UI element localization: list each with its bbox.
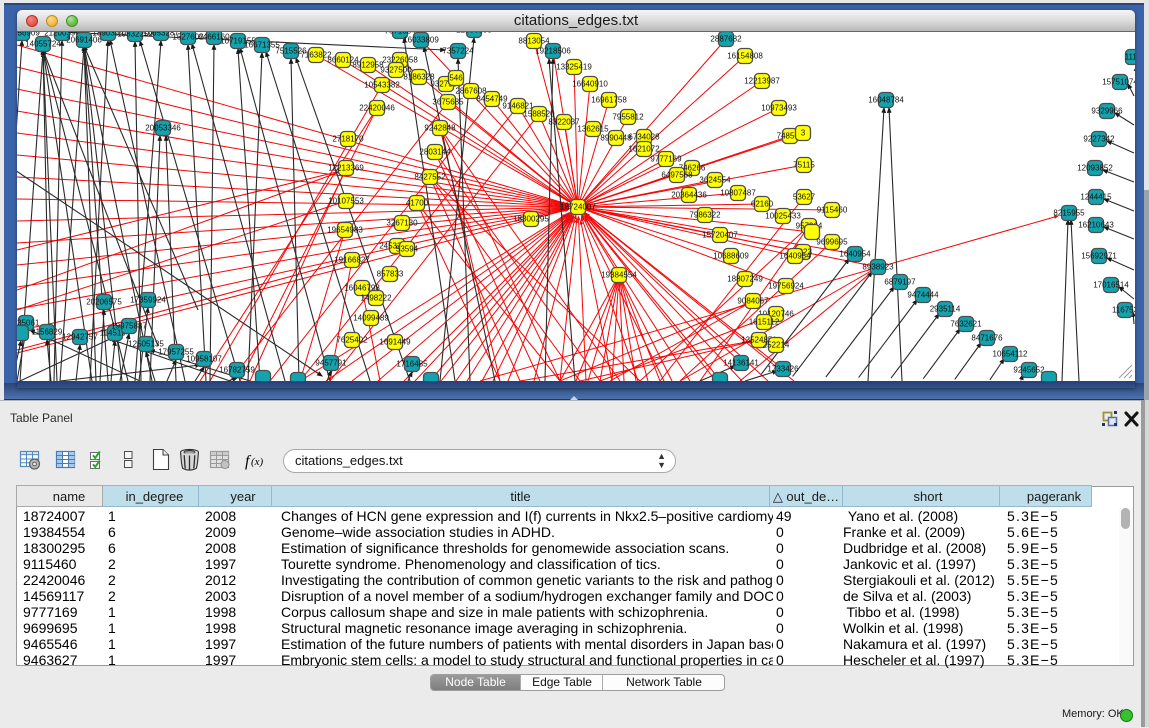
svg-text:10973493: 10973493 bbox=[761, 104, 797, 113]
svg-text:7625402: 7625402 bbox=[336, 336, 368, 345]
svg-text:7357224: 7357224 bbox=[442, 47, 474, 56]
svg-text:7986322: 7986322 bbox=[689, 211, 721, 220]
svg-text:3267130: 3267130 bbox=[386, 219, 418, 228]
svg-text:22420046: 22420046 bbox=[359, 104, 395, 113]
svg-text:53627: 53627 bbox=[793, 193, 816, 202]
svg-text:12213369: 12213369 bbox=[328, 164, 364, 173]
svg-text:9777169: 9777169 bbox=[650, 155, 682, 164]
svg-text:16210643: 16210643 bbox=[1078, 221, 1114, 230]
svg-text:10807487: 10807487 bbox=[720, 189, 756, 198]
svg-text:14136141: 14136141 bbox=[723, 359, 759, 368]
svg-text:1640954: 1640954 bbox=[839, 250, 871, 259]
svg-text:17359924: 17359924 bbox=[130, 296, 166, 305]
svg-text:1691449: 1691449 bbox=[379, 338, 411, 347]
svg-text:19384554: 19384554 bbox=[601, 271, 637, 280]
svg-text:15751074: 15751074 bbox=[1102, 78, 1135, 87]
svg-text:22806503: 22806503 bbox=[456, 32, 492, 35]
svg-text:16154808: 16154808 bbox=[727, 52, 763, 61]
svg-text:8990448: 8990448 bbox=[600, 134, 632, 143]
svg-text:41700: 41700 bbox=[406, 199, 429, 208]
svg-text:1244415: 1244415 bbox=[1080, 193, 1112, 202]
svg-text:1615112: 1615112 bbox=[749, 318, 780, 327]
svg-text:20206575: 20206575 bbox=[86, 298, 122, 307]
svg-text:10654112: 10654112 bbox=[993, 350, 1029, 359]
svg-text:20053346: 20053346 bbox=[145, 124, 181, 133]
svg-text:8938923: 8938923 bbox=[862, 263, 894, 272]
svg-text:10107553: 10107553 bbox=[328, 197, 364, 206]
svg-text:14055724: 14055724 bbox=[25, 40, 61, 49]
svg-text:16782759: 16782759 bbox=[219, 366, 255, 375]
svg-text:7632621: 7632621 bbox=[950, 320, 982, 329]
svg-text:16640910: 16640910 bbox=[572, 80, 608, 89]
svg-text:8427552: 8427552 bbox=[414, 173, 446, 182]
svg-text:20364436: 20364436 bbox=[671, 191, 707, 200]
svg-text:8471676: 8471676 bbox=[971, 334, 1003, 343]
svg-text:3624554: 3624554 bbox=[699, 176, 731, 185]
svg-text:7955812: 7955812 bbox=[612, 113, 644, 122]
svg-text:19975887: 19975887 bbox=[111, 322, 147, 331]
svg-text:19166827: 19166827 bbox=[334, 256, 370, 265]
svg-text:116753: 116753 bbox=[1112, 306, 1135, 315]
svg-text:1716485: 1716485 bbox=[396, 360, 428, 369]
svg-text:10688609: 10688609 bbox=[713, 252, 749, 261]
svg-text:857833: 857833 bbox=[377, 270, 404, 279]
svg-text:2718170: 2718170 bbox=[332, 135, 364, 144]
svg-text:9084067: 9084067 bbox=[737, 297, 769, 306]
svg-text:75115: 75115 bbox=[793, 161, 815, 170]
svg-text:19654983: 19654983 bbox=[327, 226, 363, 235]
svg-text:18300295: 18300295 bbox=[513, 215, 549, 224]
svg-text:16033809: 16033809 bbox=[403, 36, 439, 45]
svg-text:16048784: 16048784 bbox=[868, 96, 904, 105]
svg-text:9329966: 9329966 bbox=[1091, 107, 1123, 116]
svg-text:6734028: 6734028 bbox=[628, 133, 660, 142]
svg-text:1112: 1112 bbox=[1125, 53, 1135, 62]
svg-text:9457791: 9457791 bbox=[315, 359, 347, 368]
svg-text:9245652: 9245652 bbox=[1013, 366, 1045, 375]
svg-text:18807249: 18807249 bbox=[727, 275, 763, 284]
svg-text:1733426: 1733426 bbox=[767, 365, 799, 374]
svg-text:8912958: 8912958 bbox=[352, 61, 384, 70]
svg-text:14099489: 14099489 bbox=[353, 314, 389, 323]
svg-text:1156829: 1156829 bbox=[32, 328, 63, 337]
svg-text:6497568: 6497568 bbox=[661, 171, 693, 180]
svg-text:9474444: 9474444 bbox=[907, 291, 939, 300]
svg-text:53594: 53594 bbox=[396, 245, 419, 254]
svg-text:17016514: 17016514 bbox=[1093, 281, 1129, 290]
svg-text:62160: 62160 bbox=[751, 200, 774, 209]
svg-text:15692971: 15692971 bbox=[1081, 252, 1117, 261]
svg-text:12942757: 12942757 bbox=[62, 333, 98, 342]
svg-text:3675685: 3675685 bbox=[432, 98, 464, 107]
svg-text:8813054: 8813054 bbox=[518, 37, 550, 46]
svg-text:(x): (x) bbox=[251, 456, 264, 468]
svg-text:1621072: 1621072 bbox=[628, 145, 660, 154]
svg-text:8215955: 8215955 bbox=[1053, 209, 1085, 218]
svg-text:12213987: 12213987 bbox=[744, 77, 780, 86]
svg-text:252214: 252214 bbox=[763, 341, 790, 350]
svg-text:12093852: 12093852 bbox=[1077, 164, 1113, 173]
svg-text:9227342: 9227342 bbox=[1083, 135, 1115, 144]
svg-text:6879197: 6879197 bbox=[884, 278, 916, 287]
svg-text:10958107: 10958107 bbox=[186, 355, 222, 364]
svg-text:9699695: 9699695 bbox=[816, 238, 848, 247]
svg-text:9242848: 9242848 bbox=[424, 124, 456, 133]
svg-text:19756924: 19756924 bbox=[768, 282, 804, 291]
svg-text:10543382: 10543382 bbox=[364, 81, 400, 90]
svg-text:13325419: 13325419 bbox=[556, 63, 592, 72]
svg-text:546: 546 bbox=[449, 74, 463, 83]
svg-text:18724007: 18724007 bbox=[560, 203, 596, 212]
svg-text:1362615: 1362615 bbox=[577, 125, 609, 134]
svg-text:10025433: 10025433 bbox=[765, 212, 801, 221]
svg-text:8322037: 8322037 bbox=[548, 118, 580, 127]
svg-text:2803144: 2803144 bbox=[419, 148, 451, 157]
svg-text:1498222: 1498222 bbox=[360, 294, 392, 303]
svg-text:9115460: 9115460 bbox=[817, 206, 848, 215]
svg-text:3: 3 bbox=[801, 129, 806, 138]
svg-text:2935114: 2935114 bbox=[930, 305, 961, 314]
svg-text:1640954: 1640954 bbox=[779, 252, 811, 261]
svg-text:15720407: 15720407 bbox=[702, 231, 738, 240]
svg-text:2887682: 2887682 bbox=[710, 35, 742, 44]
svg-text:16961758: 16961758 bbox=[591, 96, 627, 105]
